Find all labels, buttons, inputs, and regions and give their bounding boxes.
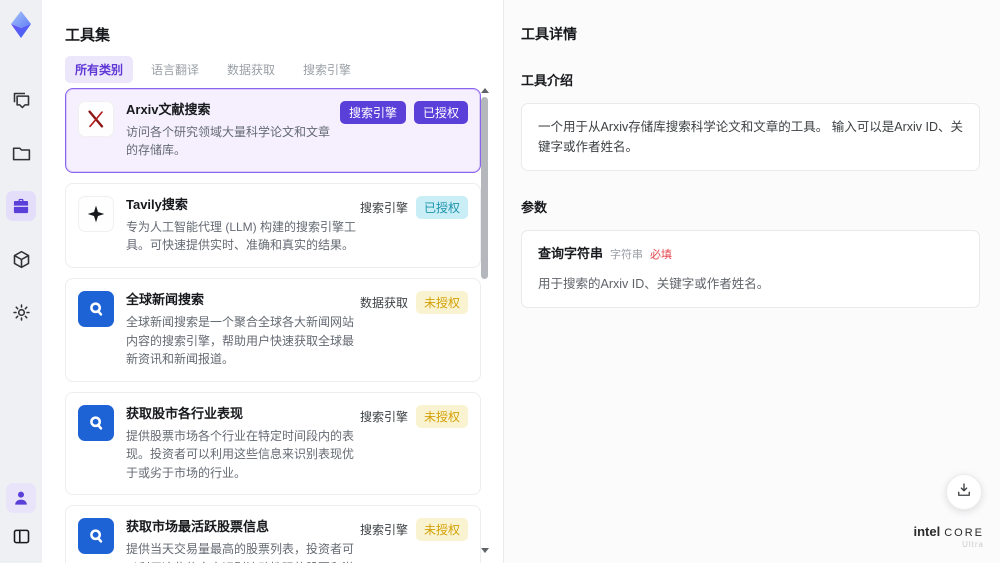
parameter-name: 查询字符串	[538, 246, 604, 261]
sidebar-item-settings[interactable]	[6, 297, 36, 327]
tool-info: 全球新闻搜索 全球新闻搜索是一个聚合全球各大新闻网站内容的搜索引擎，帮助用户快速…	[126, 291, 360, 369]
category-button[interactable]: 搜索引擎	[339, 101, 406, 124]
sidebar-item-models[interactable]	[6, 244, 36, 274]
gear-icon	[11, 302, 32, 323]
category-label: 搜索引擎	[359, 523, 408, 538]
tool-name: 获取股市各行业表现	[126, 405, 244, 421]
tool-details-panel: 工具详情 工具介绍 一个用于从Arxiv存储库搜索科学论文和文章的工具。 输入可…	[503, 0, 1000, 563]
tab-search-engine[interactable]: 搜索引擎	[293, 56, 361, 83]
tool-name: Arxiv文献搜索	[126, 102, 211, 117]
params-heading: 参数	[521, 200, 548, 215]
category-label: 搜索引擎	[359, 201, 408, 216]
tool-name: Tavily搜索	[126, 197, 188, 213]
tool-intro-box: 一个用于从Arxiv存储库搜索科学论文和文章的工具。 输入可以是Arxiv ID…	[521, 103, 980, 171]
sidebar-item-chat[interactable]	[6, 85, 36, 115]
folder-icon	[11, 143, 32, 164]
sidebar	[0, 0, 42, 563]
collapse-panel-button[interactable]	[6, 521, 36, 551]
tool-card-sector-performance[interactable]: 获取股市各行业表现 提供股票市场各个行业在特定时间段内的表现。投资者可以利用这些…	[65, 391, 481, 496]
tool-info: Arxiv文献搜索 访问各个研究领域大量科学论文和文章的存储库。	[126, 101, 340, 160]
tool-card-most-active-stocks[interactable]: 获取市场最活跃股票信息 提供当天交易量最高的股票列表，投资者可以利用这些信息来识…	[65, 505, 481, 563]
auth-status-badge: 未授权	[415, 404, 468, 428]
tool-info: Tavily搜索 专为人工智能代理 (LLM) 构建的搜索引擎工具。可快速提供实…	[126, 196, 360, 255]
scrollbar[interactable]	[480, 88, 489, 553]
stock-tool-logo-icon	[78, 404, 114, 441]
sidebar-item-tools[interactable]	[6, 191, 36, 221]
collapse-panel-icon	[11, 526, 32, 547]
tab-all-categories[interactable]: 所有类别	[65, 56, 134, 83]
auth-status-button[interactable]: 已授权	[413, 101, 468, 124]
tool-info: 获取股市各行业表现 提供股票市场各个行业在特定时间段内的表现。投资者可以利用这些…	[126, 405, 360, 483]
cube-icon	[11, 249, 32, 270]
tool-card-tavily[interactable]: Tavily搜索 专为人工智能代理 (LLM) 构建的搜索引擎工具。可快速提供实…	[65, 183, 481, 269]
category-label: 搜索引擎	[359, 409, 408, 424]
tool-description: 专为人工智能代理 (LLM) 构建的搜索引擎工具。可快速提供实时、准确和真实的结…	[126, 219, 357, 253]
tool-description: 提供当天交易量最高的股票列表，投资者可以利用这些信息来识别流动性强的股票和潜在的…	[126, 542, 355, 563]
intro-heading: 工具介绍	[521, 73, 574, 88]
tool-list-panel: 工具集 所有类别 语言翻译 数据获取 搜索引擎 Arxiv文献搜索 访问各个研究…	[42, 0, 503, 563]
scroll-up-arrow[interactable]	[481, 88, 489, 93]
tool-name: 获取市场最活跃股票信息	[126, 519, 270, 535]
scroll-down-arrow[interactable]	[481, 548, 489, 553]
parameter-header: 查询字符串 字符串 必填	[538, 244, 963, 265]
tool-list: Arxiv文献搜索 访问各个研究领域大量科学论文和文章的存储库。 搜索引擎 已授…	[65, 88, 481, 563]
tool-description: 访问各个研究领域大量科学论文和文章的存储库。	[126, 124, 331, 158]
category-tabs: 所有类别 语言翻译 数据获取 搜索引擎	[65, 56, 361, 83]
toolbox-icon	[11, 196, 31, 216]
chat-icon	[11, 90, 32, 111]
tool-tags: 搜索引擎 已授权	[339, 101, 468, 124]
app-window: 工具集 所有类别 语言翻译 数据获取 搜索引擎 Arxiv文献搜索 访问各个研究…	[0, 0, 1000, 563]
tool-info: 获取市场最活跃股票信息 提供当天交易量最高的股票列表，投资者可以利用这些信息来识…	[126, 518, 360, 563]
news-search-logo-icon	[78, 291, 114, 328]
tool-card-arxiv[interactable]: Arxiv文献搜索 访问各个研究领域大量科学论文和文章的存储库。 搜索引擎 已授…	[65, 88, 481, 174]
arxiv-logo-icon	[78, 101, 114, 137]
scrollbar-thumb[interactable]	[481, 97, 488, 279]
parameter-description: 用于搜索的Arxiv ID、关键字或作者姓名。	[538, 276, 770, 291]
auth-status-badge: 未授权	[415, 291, 468, 315]
user-icon	[11, 488, 31, 508]
auth-status-badge: 已授权	[415, 196, 468, 220]
download-button[interactable]	[946, 474, 982, 510]
stock-tool-logo-icon	[78, 518, 114, 555]
tool-card-global-news[interactable]: 全球新闻搜索 全球新闻搜索是一个聚合全球各大新闻网站内容的搜索引擎，帮助用户快速…	[65, 278, 481, 382]
tool-name: 全球新闻搜索	[126, 292, 205, 308]
page-title: 工具集	[65, 27, 111, 44]
sidebar-item-files[interactable]	[6, 138, 36, 168]
download-icon	[955, 481, 973, 504]
tab-data-acquisition[interactable]: 数据获取	[217, 56, 285, 83]
tool-description: 全球新闻搜索是一个聚合全球各大新闻网站内容的搜索引擎，帮助用户快速获取全球最新资…	[126, 314, 355, 367]
tool-tags: 搜索引擎 未授权	[359, 404, 468, 428]
parameter-type: 字符串	[610, 249, 644, 261]
app-logo	[6, 9, 36, 41]
parameter-card: 查询字符串 字符串 必填 用于搜索的Arxiv ID、关键字或作者姓名。	[521, 230, 980, 308]
intel-core-logo: intel core Ultra	[913, 525, 984, 549]
ultra-wordmark: Ultra	[962, 540, 984, 549]
parameter-required-flag: 必填	[650, 249, 673, 261]
tool-tags: 搜索引擎 未授权	[359, 518, 468, 542]
tool-tags: 数据获取 未授权	[359, 291, 468, 315]
sidebar-item-account[interactable]	[6, 483, 36, 513]
tavily-logo-icon	[78, 196, 114, 233]
tool-tags: 搜索引擎 已授权	[359, 196, 468, 220]
details-title: 工具详情	[521, 26, 577, 42]
intel-wordmark: intel	[913, 524, 941, 539]
core-wordmark: core	[944, 527, 984, 539]
category-label: 数据获取	[359, 296, 408, 311]
tab-language-translation[interactable]: 语言翻译	[141, 56, 209, 83]
auth-status-badge: 未授权	[415, 518, 468, 542]
sidebar-nav	[6, 85, 36, 327]
sidebar-bottom	[6, 483, 36, 551]
tool-description: 提供股票市场各个行业在特定时间段内的表现。投资者可以利用这些信息来识别表现优于或…	[126, 428, 355, 480]
